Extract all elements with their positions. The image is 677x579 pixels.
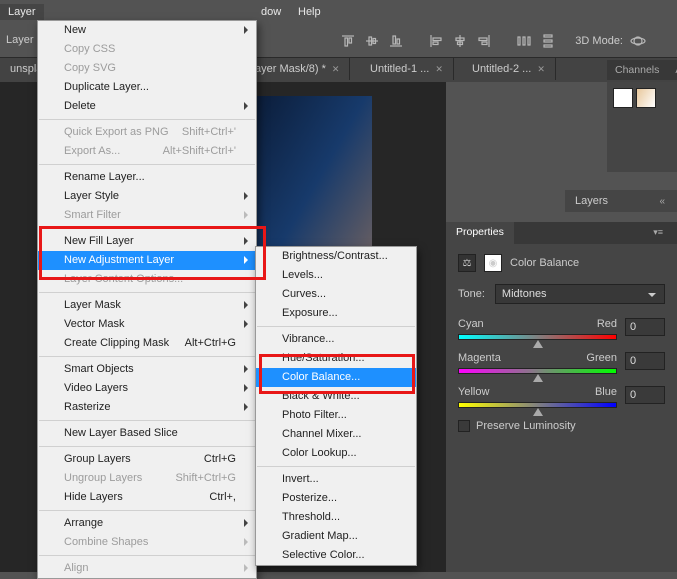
menu-duplicate-layer[interactable]: Duplicate Layer... xyxy=(38,78,256,97)
submenu-levels[interactable]: Levels... xyxy=(256,266,416,285)
menu-smart-filter: Smart Filter xyxy=(38,206,256,225)
menu-rasterize[interactable]: Rasterize xyxy=(38,398,256,417)
menu-clipping-mask[interactable]: Create Clipping MaskAlt+Ctrl+G xyxy=(38,334,256,353)
submenu-curves[interactable]: Curves... xyxy=(256,285,416,304)
panel-menu-icon[interactable]: ▾≡ xyxy=(653,227,663,238)
slider-yellow-blue[interactable] xyxy=(458,402,617,408)
menu-layer-style[interactable]: Layer Style xyxy=(38,187,256,206)
align-right-icon[interactable] xyxy=(475,30,493,52)
slider-cyan-red[interactable] xyxy=(458,334,617,340)
menu-combine-shapes: Combine Shapes xyxy=(38,533,256,552)
submenu-photo-filter[interactable]: Photo Filter... xyxy=(256,406,416,425)
menu-delete[interactable]: Delete xyxy=(38,97,256,116)
menu-copy-css: Copy CSS xyxy=(38,40,256,59)
submenu-color-lookup[interactable]: Color Lookup... xyxy=(256,444,416,463)
slider-value-magenta-green[interactable] xyxy=(625,352,665,370)
preserve-luminosity-checkbox[interactable] xyxy=(458,420,470,432)
menu-rename-layer[interactable]: Rename Layer... xyxy=(38,168,256,187)
preserve-luminosity-label: Preserve Luminosity xyxy=(476,420,576,432)
tone-label: Tone: xyxy=(458,288,485,300)
panel-channels[interactable]: Channels xyxy=(607,60,667,80)
panel-body xyxy=(607,82,677,172)
align-icons-group: 3D Mode: xyxy=(339,30,647,52)
menu-new[interactable]: New xyxy=(38,21,256,40)
submenu-selective-color[interactable]: Selective Color... xyxy=(256,546,416,565)
align-vcenter-icon[interactable] xyxy=(363,30,381,52)
slider-left-label: Yellow xyxy=(458,386,489,398)
distribute-v-icon[interactable] xyxy=(539,30,557,52)
close-icon[interactable]: ✕ xyxy=(332,64,340,75)
adjustment-submenu: Brightness/Contrast... Levels... Curves.… xyxy=(255,246,417,566)
properties-tabbar: Properties ▾≡ xyxy=(446,222,677,244)
menu-quick-export: Quick Export as PNGShift+Ctrl+' xyxy=(38,123,256,142)
orbit-icon[interactable] xyxy=(629,30,647,52)
menu-export-as: Export As...Alt+Shift+Ctrl+' xyxy=(38,142,256,161)
align-top-icon[interactable] xyxy=(339,30,357,52)
menu-ungroup-layers: Ungroup LayersShift+Ctrl+G xyxy=(38,469,256,488)
slider-left-label: Magenta xyxy=(458,352,501,364)
submenu-black-white[interactable]: Black & White... xyxy=(256,387,416,406)
menu-layer-slice[interactable]: New Layer Based Slice xyxy=(38,424,256,443)
menu-hide-layers[interactable]: Hide LayersCtrl+, xyxy=(38,488,256,507)
tool-label: Layer xyxy=(6,34,34,46)
submenu-hue-saturation[interactable]: Hue/Saturation... xyxy=(256,349,416,368)
doc-tab-untitled1[interactable]: Untitled-1 ...✕ xyxy=(360,58,454,80)
menu-layer-mask[interactable]: Layer Mask xyxy=(38,296,256,315)
properties-panel: Properties ▾≡ ⚖ ◉ Color Balance Tone: Mi… xyxy=(446,222,677,572)
submenu-brightness[interactable]: Brightness/Contrast... xyxy=(256,247,416,266)
submenu-channel-mixer[interactable]: Channel Mixer... xyxy=(256,425,416,444)
slider-right-label: Red xyxy=(597,318,617,330)
submenu-threshold[interactable]: Threshold... xyxy=(256,508,416,527)
menu-layer[interactable]: Layer xyxy=(0,4,44,20)
submenu-gradient-map[interactable]: Gradient Map... xyxy=(256,527,416,546)
slider-right-label: Green xyxy=(586,352,617,364)
menu-window[interactable]: dow xyxy=(253,4,289,20)
mask-icon: ◉ xyxy=(484,254,502,272)
menu-video-layers[interactable]: Video Layers xyxy=(38,379,256,398)
submenu-posterize[interactable]: Posterize... xyxy=(256,489,416,508)
align-bottom-icon[interactable] xyxy=(387,30,405,52)
menu-layer-content-options: Layer Content Options... xyxy=(38,270,256,289)
slider-left-label: Cyan xyxy=(458,318,484,330)
mode3d-label: 3D Mode: xyxy=(575,35,623,47)
menu-align: Align xyxy=(38,559,256,578)
distribute-h-icon[interactable] xyxy=(515,30,533,52)
menu-new-fill-layer[interactable]: New Fill Layer xyxy=(38,232,256,251)
tab-properties[interactable]: Properties xyxy=(446,222,514,244)
layer-thumb-photo[interactable] xyxy=(636,88,656,108)
menu-copy-svg: Copy SVG xyxy=(38,59,256,78)
balance-icon: ⚖ xyxy=(458,254,476,272)
doc-tab-untitled2[interactable]: Untitled-2 ...✕ xyxy=(462,58,556,80)
side-panel-tabs: Channels Ac xyxy=(607,60,677,80)
collapse-icon[interactable]: « xyxy=(659,196,665,207)
menu-arrange[interactable]: Arrange xyxy=(38,514,256,533)
close-icon[interactable]: ✕ xyxy=(537,64,545,75)
layer-thumb-white[interactable] xyxy=(613,88,633,108)
align-left-icon[interactable] xyxy=(427,30,445,52)
properties-title: Color Balance xyxy=(510,257,579,269)
layer-menu: New Copy CSS Copy SVG Duplicate Layer...… xyxy=(37,20,257,579)
submenu-exposure[interactable]: Exposure... xyxy=(256,304,416,323)
menu-help[interactable]: Help xyxy=(290,4,329,20)
slider-value-yellow-blue[interactable] xyxy=(625,386,665,404)
submenu-vibrance[interactable]: Vibrance... xyxy=(256,330,416,349)
slider-right-label: Blue xyxy=(595,386,617,398)
submenu-color-balance[interactable]: Color Balance... xyxy=(256,368,416,387)
menu-vector-mask[interactable]: Vector Mask xyxy=(38,315,256,334)
close-icon[interactable]: ✕ xyxy=(435,64,443,75)
menu-new-adjustment-layer[interactable]: New Adjustment Layer xyxy=(38,251,256,270)
tone-select[interactable]: Midtones xyxy=(495,284,665,304)
slider-value-cyan-red[interactable] xyxy=(625,318,665,336)
menu-group-layers[interactable]: Group LayersCtrl+G xyxy=(38,450,256,469)
align-hcenter-icon[interactable] xyxy=(451,30,469,52)
doc-tab-mask[interactable]: ayer Mask/8) *✕ xyxy=(245,58,350,80)
panel-ac[interactable]: Ac xyxy=(667,60,677,80)
submenu-invert[interactable]: Invert... xyxy=(256,470,416,489)
properties-title-row: ⚖ ◉ Color Balance xyxy=(458,254,665,272)
menu-smart-objects[interactable]: Smart Objects xyxy=(38,360,256,379)
layers-floater: Layers « xyxy=(565,190,677,212)
slider-magenta-green[interactable] xyxy=(458,368,617,374)
